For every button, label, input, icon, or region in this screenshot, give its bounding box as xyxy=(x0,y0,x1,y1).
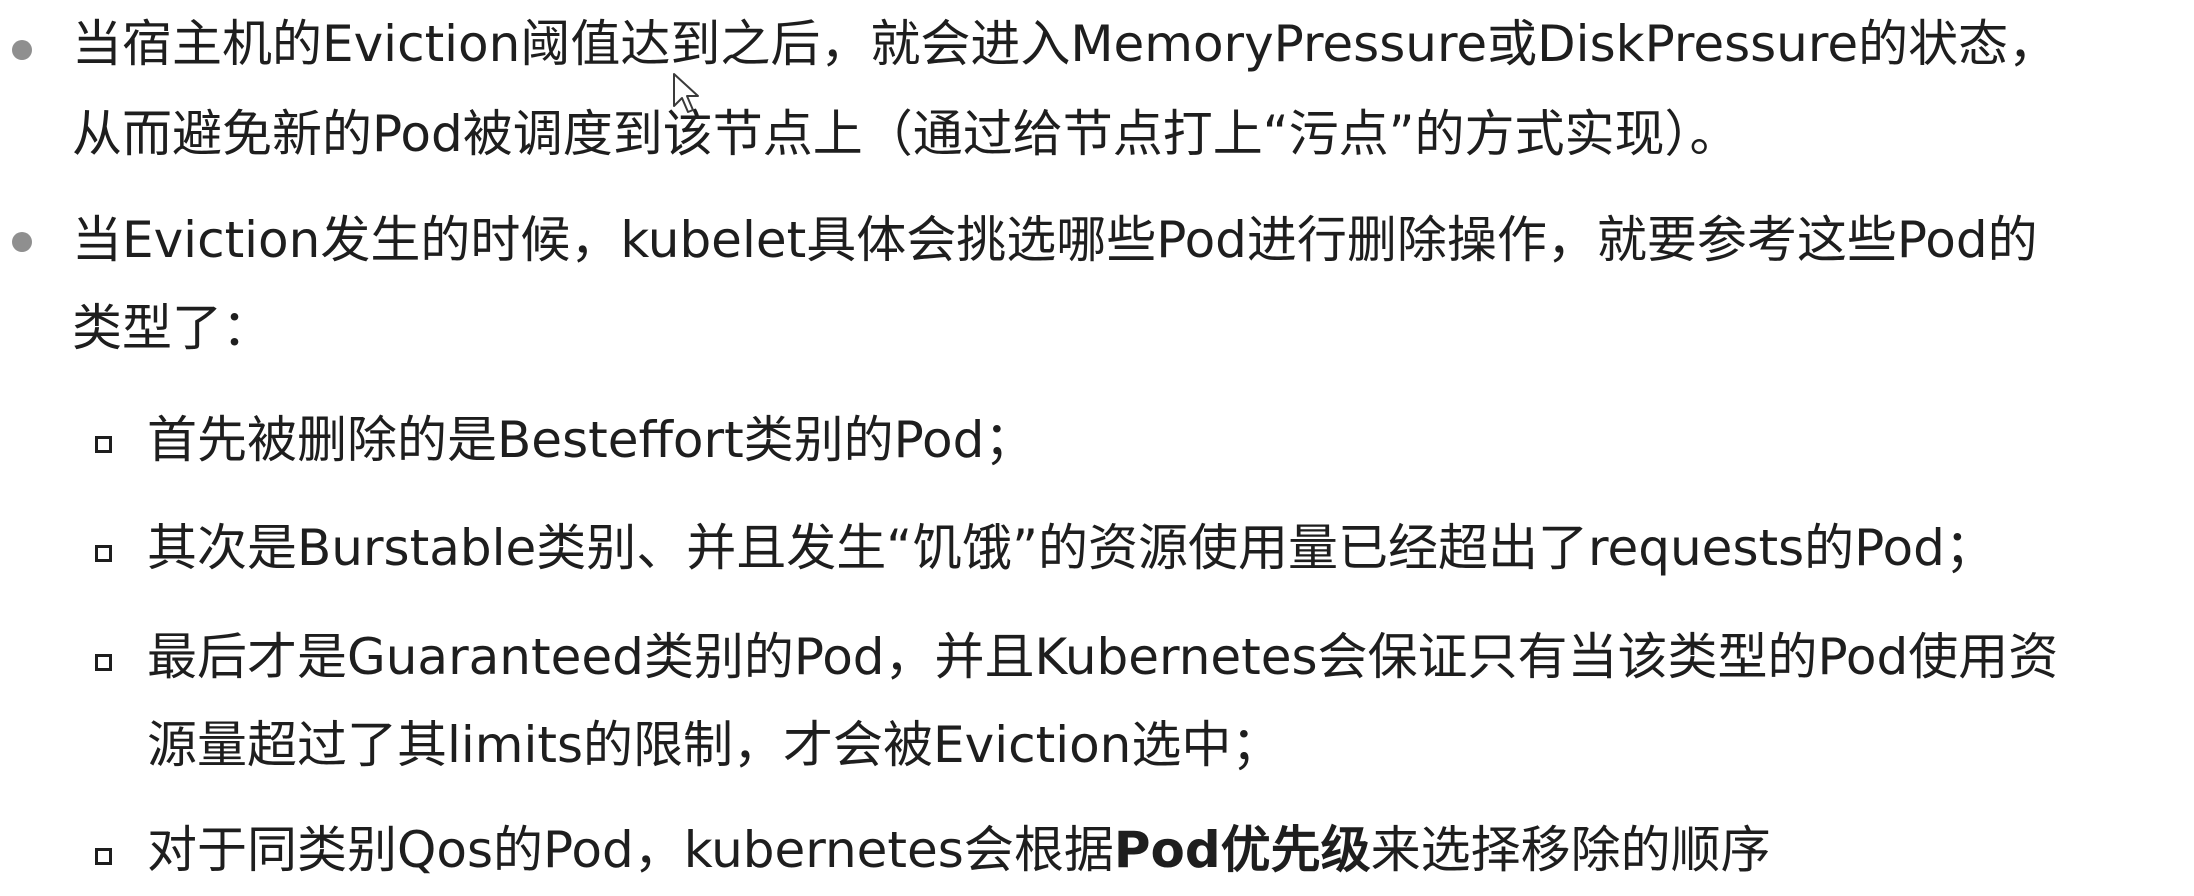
subitem-4-line-1: 对于同类别Qos的Pod，kubernetes会根据Pod优先级来选择移除的顺序 xyxy=(147,820,1771,880)
mouse-pointer-icon xyxy=(673,73,699,113)
bullet-dot xyxy=(12,40,32,60)
subitem-3-line-1: 最后才是Guaranteed类别的Pod，并且Kubernetes会保证只有当该… xyxy=(147,628,2059,686)
subitem-1-line-1: 首先被删除的是Besteffort类别的Pod； xyxy=(147,411,1035,469)
subitem-3-line-2: 源量超过了其limits的限制，才会被Eviction选中； xyxy=(147,716,1282,774)
bullet-dot xyxy=(12,232,32,252)
square-bullet xyxy=(95,848,112,865)
bullet-1-line-2: 从而避免新的Pod被调度到该节点上（通过给节点打上“污点”的方式实现）。 xyxy=(72,105,1740,163)
subitem-4-suffix: 来选择移除的顺序 xyxy=(1370,821,1771,879)
subitem-2-line-1: 其次是Burstable类别、并且发生“饥饿”的资源使用量已经超出了reques… xyxy=(147,519,1995,577)
square-bullet xyxy=(95,436,112,453)
bullet-1-line-1: 当宿主机的Eviction阈值达到之后，就会进入MemoryPressure或D… xyxy=(72,15,2059,73)
subitem-4-prefix: 对于同类别Qos的Pod，kubernetes会根据 xyxy=(147,821,1114,879)
slide-page: 当宿主机的Eviction阈值达到之后，就会进入MemoryPressure或D… xyxy=(0,0,2194,896)
square-bullet xyxy=(95,654,112,671)
subitem-4-bold: Pod优先级 xyxy=(1113,821,1371,879)
bullet-2-line-2: 类型了： xyxy=(72,299,272,357)
square-bullet xyxy=(95,545,112,562)
bullet-2-line-1: 当Eviction发生的时候，kubelet具体会挑选哪些Pod进行删除操作，就… xyxy=(72,211,2038,269)
